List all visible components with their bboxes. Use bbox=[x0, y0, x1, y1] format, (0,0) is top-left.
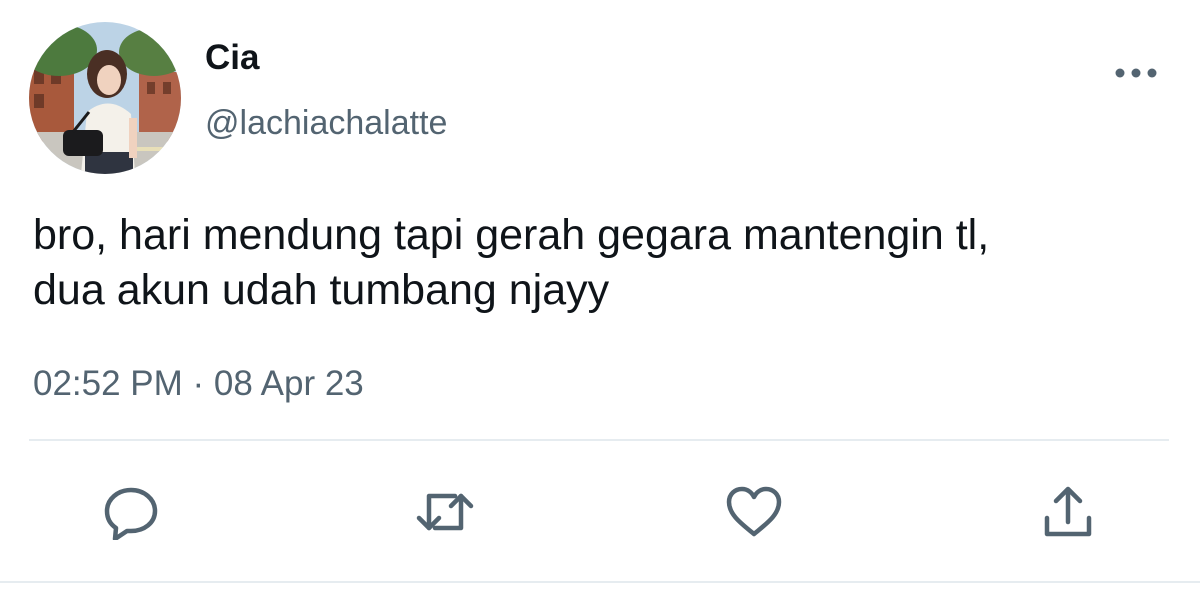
more-options-button[interactable] bbox=[1112, 60, 1166, 90]
tweet-text-line: dua akun udah tumbang njayy bbox=[33, 266, 610, 314]
tweet-text: bro, hari mendung tapi gerah gegara mant… bbox=[33, 208, 1183, 318]
divider bbox=[0, 581, 1200, 583]
share-icon bbox=[1044, 486, 1092, 537]
share-button[interactable] bbox=[1038, 484, 1098, 540]
tweet-timestamp[interactable]: 02:52 PM · 08 Apr 23 bbox=[33, 364, 364, 404]
tweet-text-line: bro, hari mendung tapi gerah gegara mant… bbox=[33, 211, 990, 259]
heart-icon bbox=[726, 486, 782, 537]
reply-button[interactable] bbox=[101, 484, 161, 540]
avatar-photo bbox=[29, 22, 181, 174]
user-handle[interactable]: @lachiachalatte bbox=[205, 104, 447, 143]
retweet-button[interactable] bbox=[415, 484, 475, 540]
retweet-icon bbox=[416, 493, 474, 531]
display-name[interactable]: Cia bbox=[205, 38, 259, 78]
avatar[interactable] bbox=[29, 22, 181, 174]
more-icon bbox=[1115, 68, 1157, 78]
tweet-card: Cia @lachiachalatte bro, hari mendung ta… bbox=[0, 0, 1200, 600]
divider bbox=[29, 439, 1169, 441]
reply-icon bbox=[104, 487, 158, 540]
like-button[interactable] bbox=[724, 484, 784, 540]
